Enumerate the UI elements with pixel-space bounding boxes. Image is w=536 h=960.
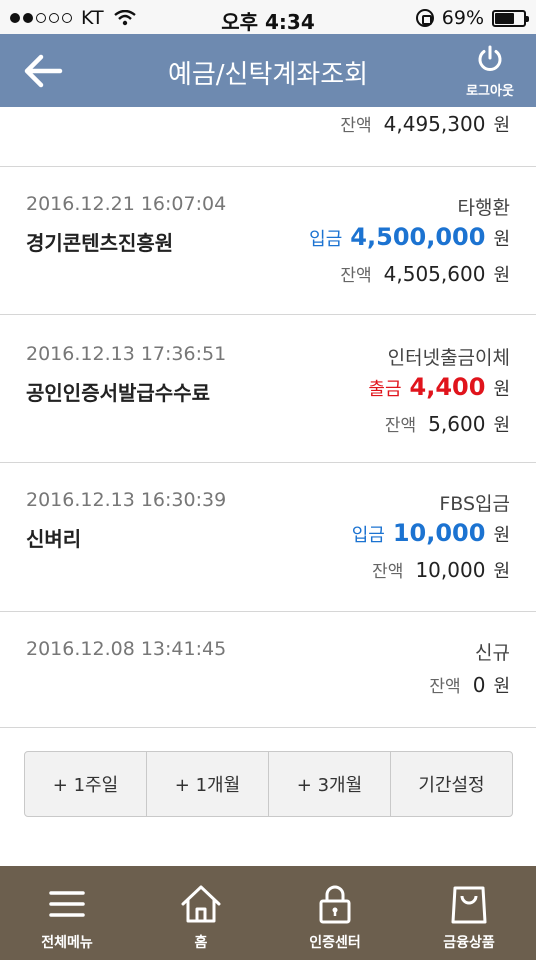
transaction-date: 2016.12.13 17:36:51: [26, 343, 227, 365]
currency-unit: 원: [493, 415, 510, 436]
page-title: 예금/신탁계좌조회: [167, 60, 369, 90]
battery-icon: [492, 9, 529, 27]
transaction-type: FBS입금: [439, 493, 510, 515]
balance-line: 잔액 4,495,300 원: [340, 111, 510, 137]
bag-icon: [451, 886, 487, 924]
period-selector: + 1주일 + 1개월 + 3개월 기간설정: [24, 751, 513, 817]
transaction-type: 타행환: [457, 197, 510, 219]
transaction-item[interactable]: 잔액 4,495,300 원: [0, 107, 536, 167]
transaction-item[interactable]: 2016.12.13 16:30:39 FBS입금 신벼리 입금 10,000 …: [0, 463, 536, 612]
balance-value: 4,505,600: [383, 262, 486, 286]
balance-value: 10,000: [415, 558, 486, 582]
nav-label: 전체메뉴: [41, 935, 93, 951]
amount-line: 출금 4,400 원: [368, 373, 510, 401]
balance-label: 잔액: [384, 416, 417, 436]
nav-label: 인증센터: [309, 935, 361, 951]
balance-value: 4,495,300: [383, 112, 486, 136]
transaction-date: 2016.12.21 16:07:04: [26, 193, 227, 215]
transaction-date: 2016.12.13 16:30:39: [26, 489, 227, 511]
currency-unit: 원: [493, 229, 510, 250]
bottom-nav: 전체메뉴 홈 인증센터 금융상품: [0, 866, 536, 960]
balance-line: 잔액 5,600 원: [385, 411, 510, 437]
nav-home[interactable]: 홈: [134, 866, 268, 960]
counterparty-name: 경기콘텐츠진흥원: [26, 231, 174, 255]
currency-unit: 원: [493, 525, 510, 546]
status-bar: KT 오후 4:34 69%: [0, 0, 536, 34]
currency-unit: 원: [493, 676, 510, 697]
currency-unit: 원: [493, 115, 510, 136]
logout-button[interactable]: 로그아웃: [458, 44, 522, 99]
counterparty-name: 공인인증서발급수수료: [26, 381, 210, 405]
balance-value: 5,600: [428, 412, 486, 436]
balance-line: 잔액 4,505,600 원: [340, 261, 510, 287]
amount-kind: 출금: [368, 379, 402, 400]
nav-label: 금융상품: [443, 935, 495, 951]
period-1month-button[interactable]: + 1개월: [147, 752, 269, 816]
amount-kind: 입금: [351, 525, 385, 546]
balance-label: 잔액: [429, 677, 461, 697]
amount-value: 4,400: [409, 373, 486, 401]
status-right: 69%: [415, 7, 529, 29]
transaction-type: 신규: [475, 642, 510, 664]
rotation-lock-icon: [415, 9, 434, 27]
home-icon: [181, 885, 221, 923]
amount-value: 10,000: [392, 519, 486, 547]
counterparty-name: 신벼리: [26, 527, 82, 551]
nav-auth-center[interactable]: 인증센터: [268, 866, 402, 960]
balance-line: 잔액 0 원: [429, 672, 510, 698]
transaction-item[interactable]: 2016.12.08 13:41:45 신규 잔액 0 원: [0, 612, 536, 728]
transaction-type: 인터넷출금이체: [387, 347, 510, 369]
amount-kind: 입금: [309, 229, 343, 250]
amount-line: 입금 10,000 원: [352, 519, 510, 547]
currency-unit: 원: [493, 561, 510, 582]
period-1week-button[interactable]: + 1주일: [25, 752, 147, 816]
power-icon: [478, 45, 502, 71]
amount-value: 4,500,000: [350, 223, 486, 251]
battery-percent: 69%: [441, 7, 484, 29]
lock-icon: [319, 885, 351, 924]
currency-unit: 원: [493, 265, 510, 286]
currency-unit: 원: [493, 379, 510, 400]
app-header: 예금/신탁계좌조회 로그아웃: [0, 34, 536, 107]
transaction-item[interactable]: 2016.12.13 17:36:51 인터넷출금이체 공인인증서발급수수료 출…: [0, 315, 536, 463]
nav-label: 홈: [194, 935, 208, 951]
nav-financial-products[interactable]: 금융상품: [402, 866, 536, 960]
battery-level: [495, 12, 515, 24]
balance-line: 잔액 10,000 원: [372, 557, 510, 583]
amount-line: 입금 4,500,000 원: [309, 223, 510, 251]
transaction-item[interactable]: 2016.12.21 16:07:04 타행환 경기콘텐츠진흥원 입금 4,50…: [0, 167, 536, 315]
balance-label: 잔액: [340, 266, 372, 286]
transaction-date: 2016.12.08 13:41:45: [26, 638, 227, 660]
menu-icon: [49, 891, 85, 917]
balance-label: 잔액: [340, 116, 372, 136]
nav-all-menu[interactable]: 전체메뉴: [0, 866, 134, 960]
period-3month-button[interactable]: + 3개월: [269, 752, 391, 816]
balance-label: 잔액: [372, 562, 404, 582]
balance-value: 0: [472, 673, 486, 697]
period-custom-button[interactable]: 기간설정: [391, 752, 512, 816]
logout-label: 로그아웃: [466, 84, 514, 99]
